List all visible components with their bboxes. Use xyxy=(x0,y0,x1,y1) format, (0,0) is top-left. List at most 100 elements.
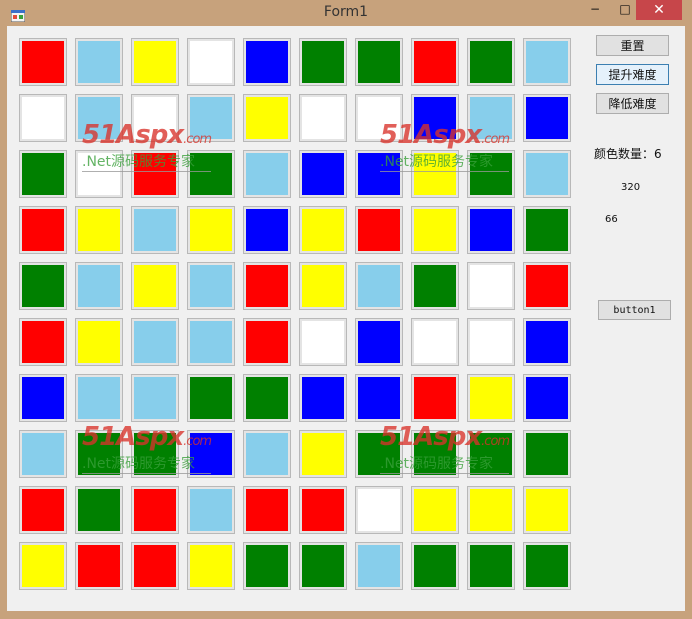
color-tile[interactable] xyxy=(299,542,347,590)
color-tile[interactable] xyxy=(187,38,235,86)
color-tile[interactable] xyxy=(467,38,515,86)
color-tile[interactable] xyxy=(19,318,67,366)
color-tile[interactable] xyxy=(243,206,291,254)
color-tile[interactable] xyxy=(411,206,459,254)
color-tile[interactable] xyxy=(131,374,179,422)
color-tile[interactable] xyxy=(243,94,291,142)
color-tile[interactable] xyxy=(523,542,571,590)
color-tile[interactable] xyxy=(355,374,403,422)
color-tile[interactable] xyxy=(75,374,123,422)
color-tile[interactable] xyxy=(467,430,515,478)
color-tile[interactable] xyxy=(411,38,459,86)
color-tile[interactable] xyxy=(523,486,571,534)
color-tile[interactable] xyxy=(523,206,571,254)
color-tile[interactable] xyxy=(19,486,67,534)
color-tile[interactable] xyxy=(411,150,459,198)
button1[interactable]: button1 xyxy=(598,300,671,320)
color-tile[interactable] xyxy=(187,206,235,254)
color-tile[interactable] xyxy=(355,206,403,254)
color-tile[interactable] xyxy=(411,94,459,142)
increase-difficulty-button[interactable]: 提升难度 xyxy=(596,64,669,85)
color-tile[interactable] xyxy=(131,262,179,310)
color-tile[interactable] xyxy=(19,262,67,310)
color-tile[interactable] xyxy=(299,94,347,142)
color-tile[interactable] xyxy=(131,206,179,254)
color-tile[interactable] xyxy=(19,374,67,422)
color-tile[interactable] xyxy=(75,38,123,86)
color-tile[interactable] xyxy=(523,262,571,310)
close-button[interactable]: ✕ xyxy=(636,0,682,20)
color-tile[interactable] xyxy=(187,542,235,590)
color-tile[interactable] xyxy=(467,262,515,310)
color-tile[interactable] xyxy=(243,430,291,478)
color-tile[interactable] xyxy=(467,206,515,254)
color-tile[interactable] xyxy=(467,486,515,534)
color-tile[interactable] xyxy=(131,542,179,590)
color-tile[interactable] xyxy=(187,374,235,422)
color-tile[interactable] xyxy=(411,318,459,366)
color-tile[interactable] xyxy=(355,318,403,366)
color-tile[interactable] xyxy=(467,150,515,198)
color-tile[interactable] xyxy=(19,430,67,478)
color-tile[interactable] xyxy=(299,430,347,478)
color-tile[interactable] xyxy=(243,150,291,198)
color-tile[interactable] xyxy=(467,374,515,422)
color-tile[interactable] xyxy=(187,486,235,534)
color-tile[interactable] xyxy=(411,486,459,534)
color-tile[interactable] xyxy=(75,262,123,310)
color-tile[interactable] xyxy=(19,542,67,590)
color-tile[interactable] xyxy=(243,38,291,86)
reset-button[interactable]: 重置 xyxy=(596,35,669,56)
color-tile[interactable] xyxy=(299,374,347,422)
color-tile[interactable] xyxy=(131,430,179,478)
color-tile[interactable] xyxy=(299,262,347,310)
color-tile[interactable] xyxy=(19,38,67,86)
color-tile[interactable] xyxy=(355,38,403,86)
color-tile[interactable] xyxy=(243,486,291,534)
color-tile[interactable] xyxy=(299,486,347,534)
color-tile[interactable] xyxy=(411,374,459,422)
color-tile[interactable] xyxy=(75,542,123,590)
color-tile[interactable] xyxy=(19,150,67,198)
color-tile[interactable] xyxy=(355,542,403,590)
color-tile[interactable] xyxy=(523,374,571,422)
color-tile[interactable] xyxy=(75,318,123,366)
color-tile[interactable] xyxy=(299,150,347,198)
color-tile[interactable] xyxy=(523,150,571,198)
color-tile[interactable] xyxy=(187,262,235,310)
color-tile[interactable] xyxy=(131,318,179,366)
color-tile[interactable] xyxy=(355,94,403,142)
color-tile[interactable] xyxy=(523,94,571,142)
color-tile[interactable] xyxy=(187,94,235,142)
color-tile[interactable] xyxy=(523,318,571,366)
color-tile[interactable] xyxy=(243,262,291,310)
color-tile[interactable] xyxy=(131,486,179,534)
color-tile[interactable] xyxy=(355,430,403,478)
color-tile[interactable] xyxy=(467,94,515,142)
color-tile[interactable] xyxy=(299,318,347,366)
color-tile[interactable] xyxy=(243,374,291,422)
minimize-button[interactable]: − xyxy=(580,0,610,20)
color-tile[interactable] xyxy=(523,38,571,86)
color-tile[interactable] xyxy=(75,206,123,254)
color-tile[interactable] xyxy=(187,430,235,478)
color-tile[interactable] xyxy=(19,94,67,142)
color-tile[interactable] xyxy=(243,542,291,590)
color-tile[interactable] xyxy=(243,318,291,366)
color-tile[interactable] xyxy=(467,542,515,590)
color-tile[interactable] xyxy=(131,94,179,142)
color-tile[interactable] xyxy=(299,38,347,86)
color-tile[interactable] xyxy=(131,150,179,198)
color-tile[interactable] xyxy=(19,206,67,254)
color-tile[interactable] xyxy=(75,430,123,478)
title-bar[interactable]: Form1 − □ ✕ xyxy=(0,0,692,26)
color-tile[interactable] xyxy=(411,262,459,310)
color-tile[interactable] xyxy=(523,430,571,478)
color-tile[interactable] xyxy=(411,542,459,590)
color-tile[interactable] xyxy=(411,430,459,478)
color-tile[interactable] xyxy=(131,38,179,86)
color-tile[interactable] xyxy=(467,318,515,366)
color-tile[interactable] xyxy=(355,262,403,310)
color-tile[interactable] xyxy=(75,486,123,534)
color-tile[interactable] xyxy=(75,94,123,142)
